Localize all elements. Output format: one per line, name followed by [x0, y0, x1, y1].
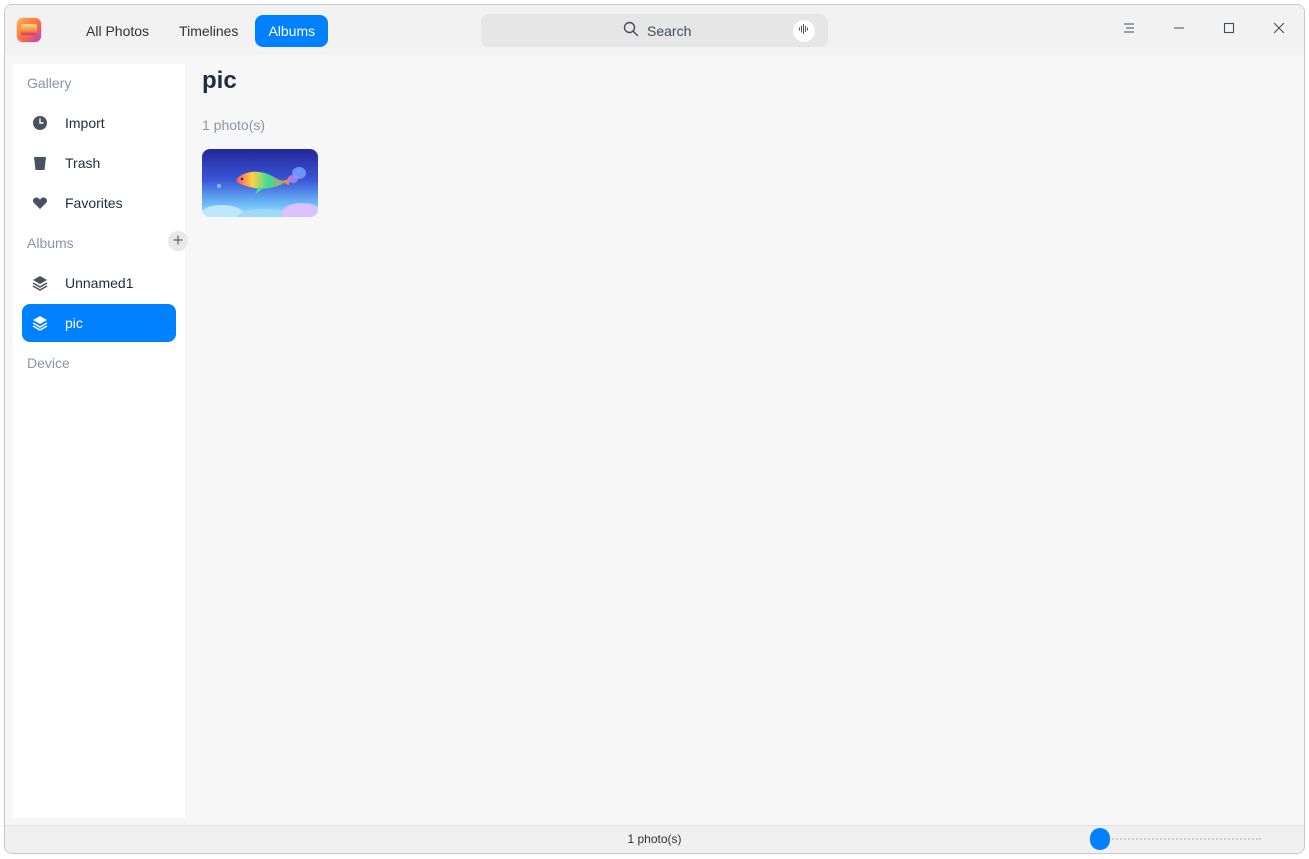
sidebar-item-favorites[interactable]: Favorites: [22, 184, 176, 222]
search-placeholder-group: Search: [623, 14, 691, 47]
photo-thumbnail[interactable]: [202, 149, 318, 217]
minimize-icon: [1173, 21, 1185, 39]
tab-timelines[interactable]: Timelines: [166, 15, 251, 47]
photos-window: All Photos Timelines Albums Search Galle…: [4, 4, 1305, 854]
section-title-gallery: Gallery: [27, 75, 72, 91]
window-controls: [1104, 5, 1304, 55]
zoom-slider-track[interactable]: [1101, 838, 1261, 840]
sidebar-item-unnamed1[interactable]: Unnamed1: [22, 264, 176, 302]
trash-icon: [32, 155, 48, 171]
maximize-icon: [1223, 21, 1235, 39]
album-stack-icon: [32, 275, 48, 291]
minimize-button[interactable]: [1154, 5, 1204, 55]
sidebar-item-pic[interactable]: pic: [22, 304, 176, 342]
heart-icon: [32, 195, 48, 211]
status-bar: 1 photo(s): [5, 825, 1304, 853]
plus-icon: [173, 232, 183, 250]
sidebar-item-label: Import: [65, 115, 105, 131]
search-input[interactable]: Search: [481, 14, 828, 47]
zoom-slider-handle[interactable]: [1090, 828, 1110, 850]
search-icon: [623, 21, 639, 40]
close-icon: [1273, 21, 1285, 39]
app-logo-icon[interactable]: [17, 18, 41, 42]
clock-icon: [32, 115, 48, 131]
sidebar: Gallery Import Trash Favorites Albums Un…: [13, 64, 188, 818]
maximize-button[interactable]: [1204, 5, 1254, 55]
sidebar-item-label: Trash: [65, 155, 101, 171]
tab-all-photos[interactable]: All Photos: [73, 15, 162, 47]
menu-icon: [1123, 21, 1135, 39]
page-title: pic: [202, 67, 237, 94]
voice-search-button[interactable]: [793, 20, 815, 42]
sidebar-item-label: pic: [65, 315, 83, 331]
search-placeholder: Search: [647, 22, 692, 39]
sidebar-item-import[interactable]: Import: [22, 104, 176, 142]
view-tabs: All Photos Timelines Albums: [73, 15, 329, 47]
photo-count: 1 photo(s): [202, 117, 266, 133]
sidebar-item-trash[interactable]: Trash: [22, 144, 176, 182]
section-title-albums: Albums: [27, 235, 74, 251]
sidebar-item-label: Favorites: [65, 195, 123, 211]
title-bar: All Photos Timelines Albums Search: [5, 5, 1304, 55]
album-stack-icon: [32, 315, 48, 331]
album-view: pic 1 photo(s): [185, 55, 1304, 826]
whale-illustration: [202, 167, 318, 217]
close-button[interactable]: [1254, 5, 1304, 55]
tab-albums[interactable]: Albums: [255, 15, 329, 47]
voice-wave-icon: [798, 22, 810, 40]
sidebar-item-label: Unnamed1: [65, 275, 134, 291]
menu-button[interactable]: [1104, 5, 1154, 55]
section-title-device: Device: [27, 355, 70, 371]
